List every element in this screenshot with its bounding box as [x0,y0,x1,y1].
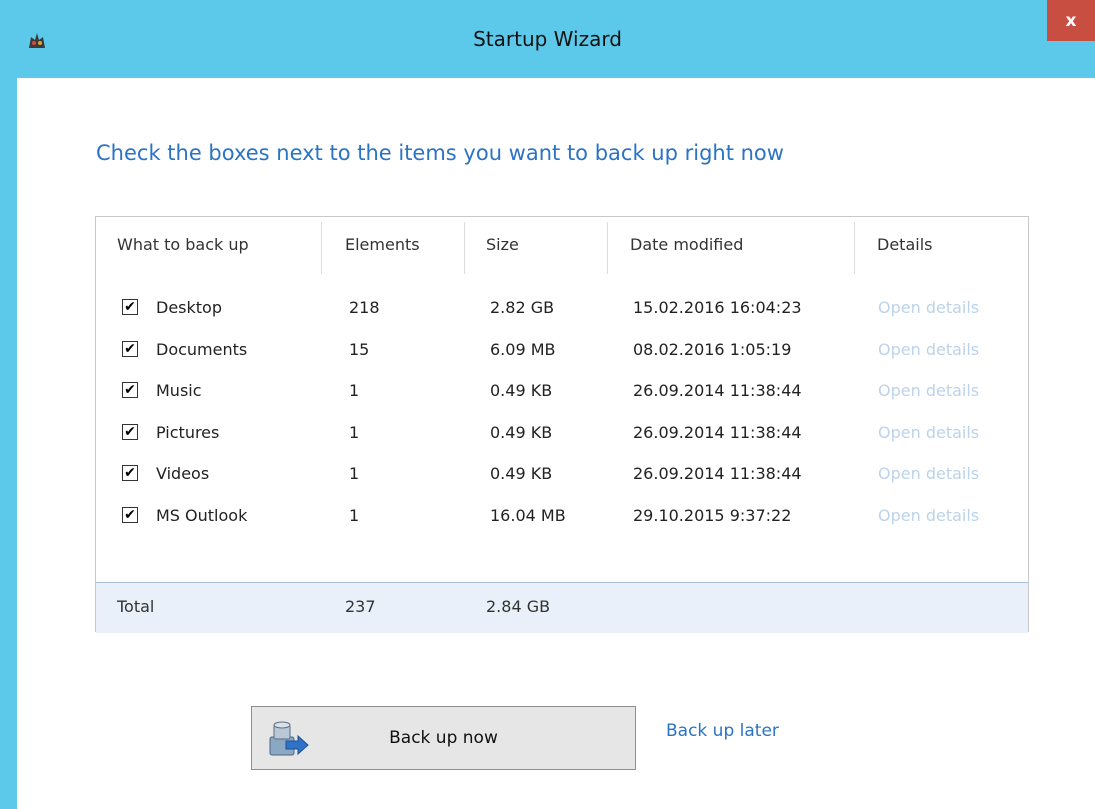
column-divider[interactable] [607,222,608,274]
item-name: Desktop [156,298,222,317]
item-elements: 1 [349,381,360,400]
item-size: 2.82 GB [490,298,555,317]
open-details-link[interactable]: Open details [878,454,979,494]
item-date: 26.09.2014 11:38:44 [633,381,802,400]
backup-now-button[interactable]: Back up now [251,706,636,770]
backup-items-table: What to back up Elements Size Date modif… [95,216,1029,633]
title-bar[interactable]: Startup Wizard x [0,0,1095,78]
table-total-row: Total 237 2.84 GB [96,582,1028,633]
row-checkbox[interactable]: ✔ [122,507,138,523]
column-header-date[interactable]: Date modified [630,217,743,273]
checkmark-icon: ✔ [124,341,136,357]
item-elements: 218 [349,298,380,317]
column-header-size[interactable]: Size [486,217,519,273]
item-date: 29.10.2015 9:37:22 [633,506,792,525]
open-details-link[interactable]: Open details [878,288,979,328]
column-divider[interactable] [854,222,855,274]
item-date: 08.02.2016 1:05:19 [633,340,792,359]
table-row: ✔ Documents 15 6.09 MB 08.02.2016 1:05:1… [96,330,1028,370]
open-details-link[interactable]: Open details [878,330,979,370]
total-size: 2.84 GB [486,597,551,616]
startup-wizard-window: Startup Wizard x Check the boxes next to… [0,0,1095,809]
item-name: Documents [156,340,248,359]
total-elements: 237 [345,597,376,616]
window-title: Startup Wizard [473,27,622,51]
item-elements: 1 [349,464,360,483]
item-name: MS Outlook [156,506,248,525]
table-row: ✔ Videos 1 0.49 KB 26.09.2014 11:38:44 O… [96,454,1028,494]
checkmark-icon: ✔ [124,299,136,315]
item-size: 6.09 MB [490,340,556,359]
row-checkbox[interactable]: ✔ [122,424,138,440]
item-name: Pictures [156,423,220,442]
window-frame-left [0,0,17,809]
table-header: What to back up Elements Size Date modif… [96,217,1028,274]
item-elements: 15 [349,340,370,359]
checkmark-icon: ✔ [124,465,136,481]
item-size: 0.49 KB [490,423,553,442]
open-details-link[interactable]: Open details [878,413,979,453]
backup-later-link[interactable]: Back up later [666,721,779,741]
item-elements: 1 [349,506,360,525]
checkmark-icon: ✔ [124,382,136,398]
item-size: 16.04 MB [490,506,566,525]
row-checkbox[interactable]: ✔ [122,465,138,481]
item-date: 26.09.2014 11:38:44 [633,464,802,483]
item-name: Music [156,381,202,400]
item-elements: 1 [349,423,360,442]
backup-now-label: Back up now [389,728,498,748]
open-details-link[interactable]: Open details [878,371,979,411]
column-divider[interactable] [464,222,465,274]
table-row: ✔ Pictures 1 0.49 KB 26.09.2014 11:38:44… [96,413,1028,453]
row-checkbox[interactable]: ✔ [122,341,138,357]
checkmark-icon: ✔ [124,507,136,523]
item-name: Videos [156,464,210,483]
column-header-what[interactable]: What to back up [117,217,249,273]
checkmark-icon: ✔ [124,424,136,440]
table-row: ✔ MS Outlook 1 16.04 MB 29.10.2015 9:37:… [96,496,1028,536]
close-button[interactable]: x [1047,0,1095,41]
row-checkbox[interactable]: ✔ [122,299,138,315]
item-date: 15.02.2016 16:04:23 [633,298,802,317]
total-label: Total [117,597,155,616]
item-size: 0.49 KB [490,464,553,483]
item-size: 0.49 KB [490,381,553,400]
item-date: 26.09.2014 11:38:44 [633,423,802,442]
column-header-elements[interactable]: Elements [345,217,420,273]
page-heading: Check the boxes next to the items you wa… [96,141,784,165]
row-checkbox[interactable]: ✔ [122,382,138,398]
column-header-details: Details [877,235,933,254]
open-details-link[interactable]: Open details [878,496,979,536]
column-divider[interactable] [321,222,322,274]
table-row: ✔ Music 1 0.49 KB 26.09.2014 11:38:44 Op… [96,371,1028,411]
table-row: ✔ Desktop 218 2.82 GB 15.02.2016 16:04:2… [96,288,1028,328]
